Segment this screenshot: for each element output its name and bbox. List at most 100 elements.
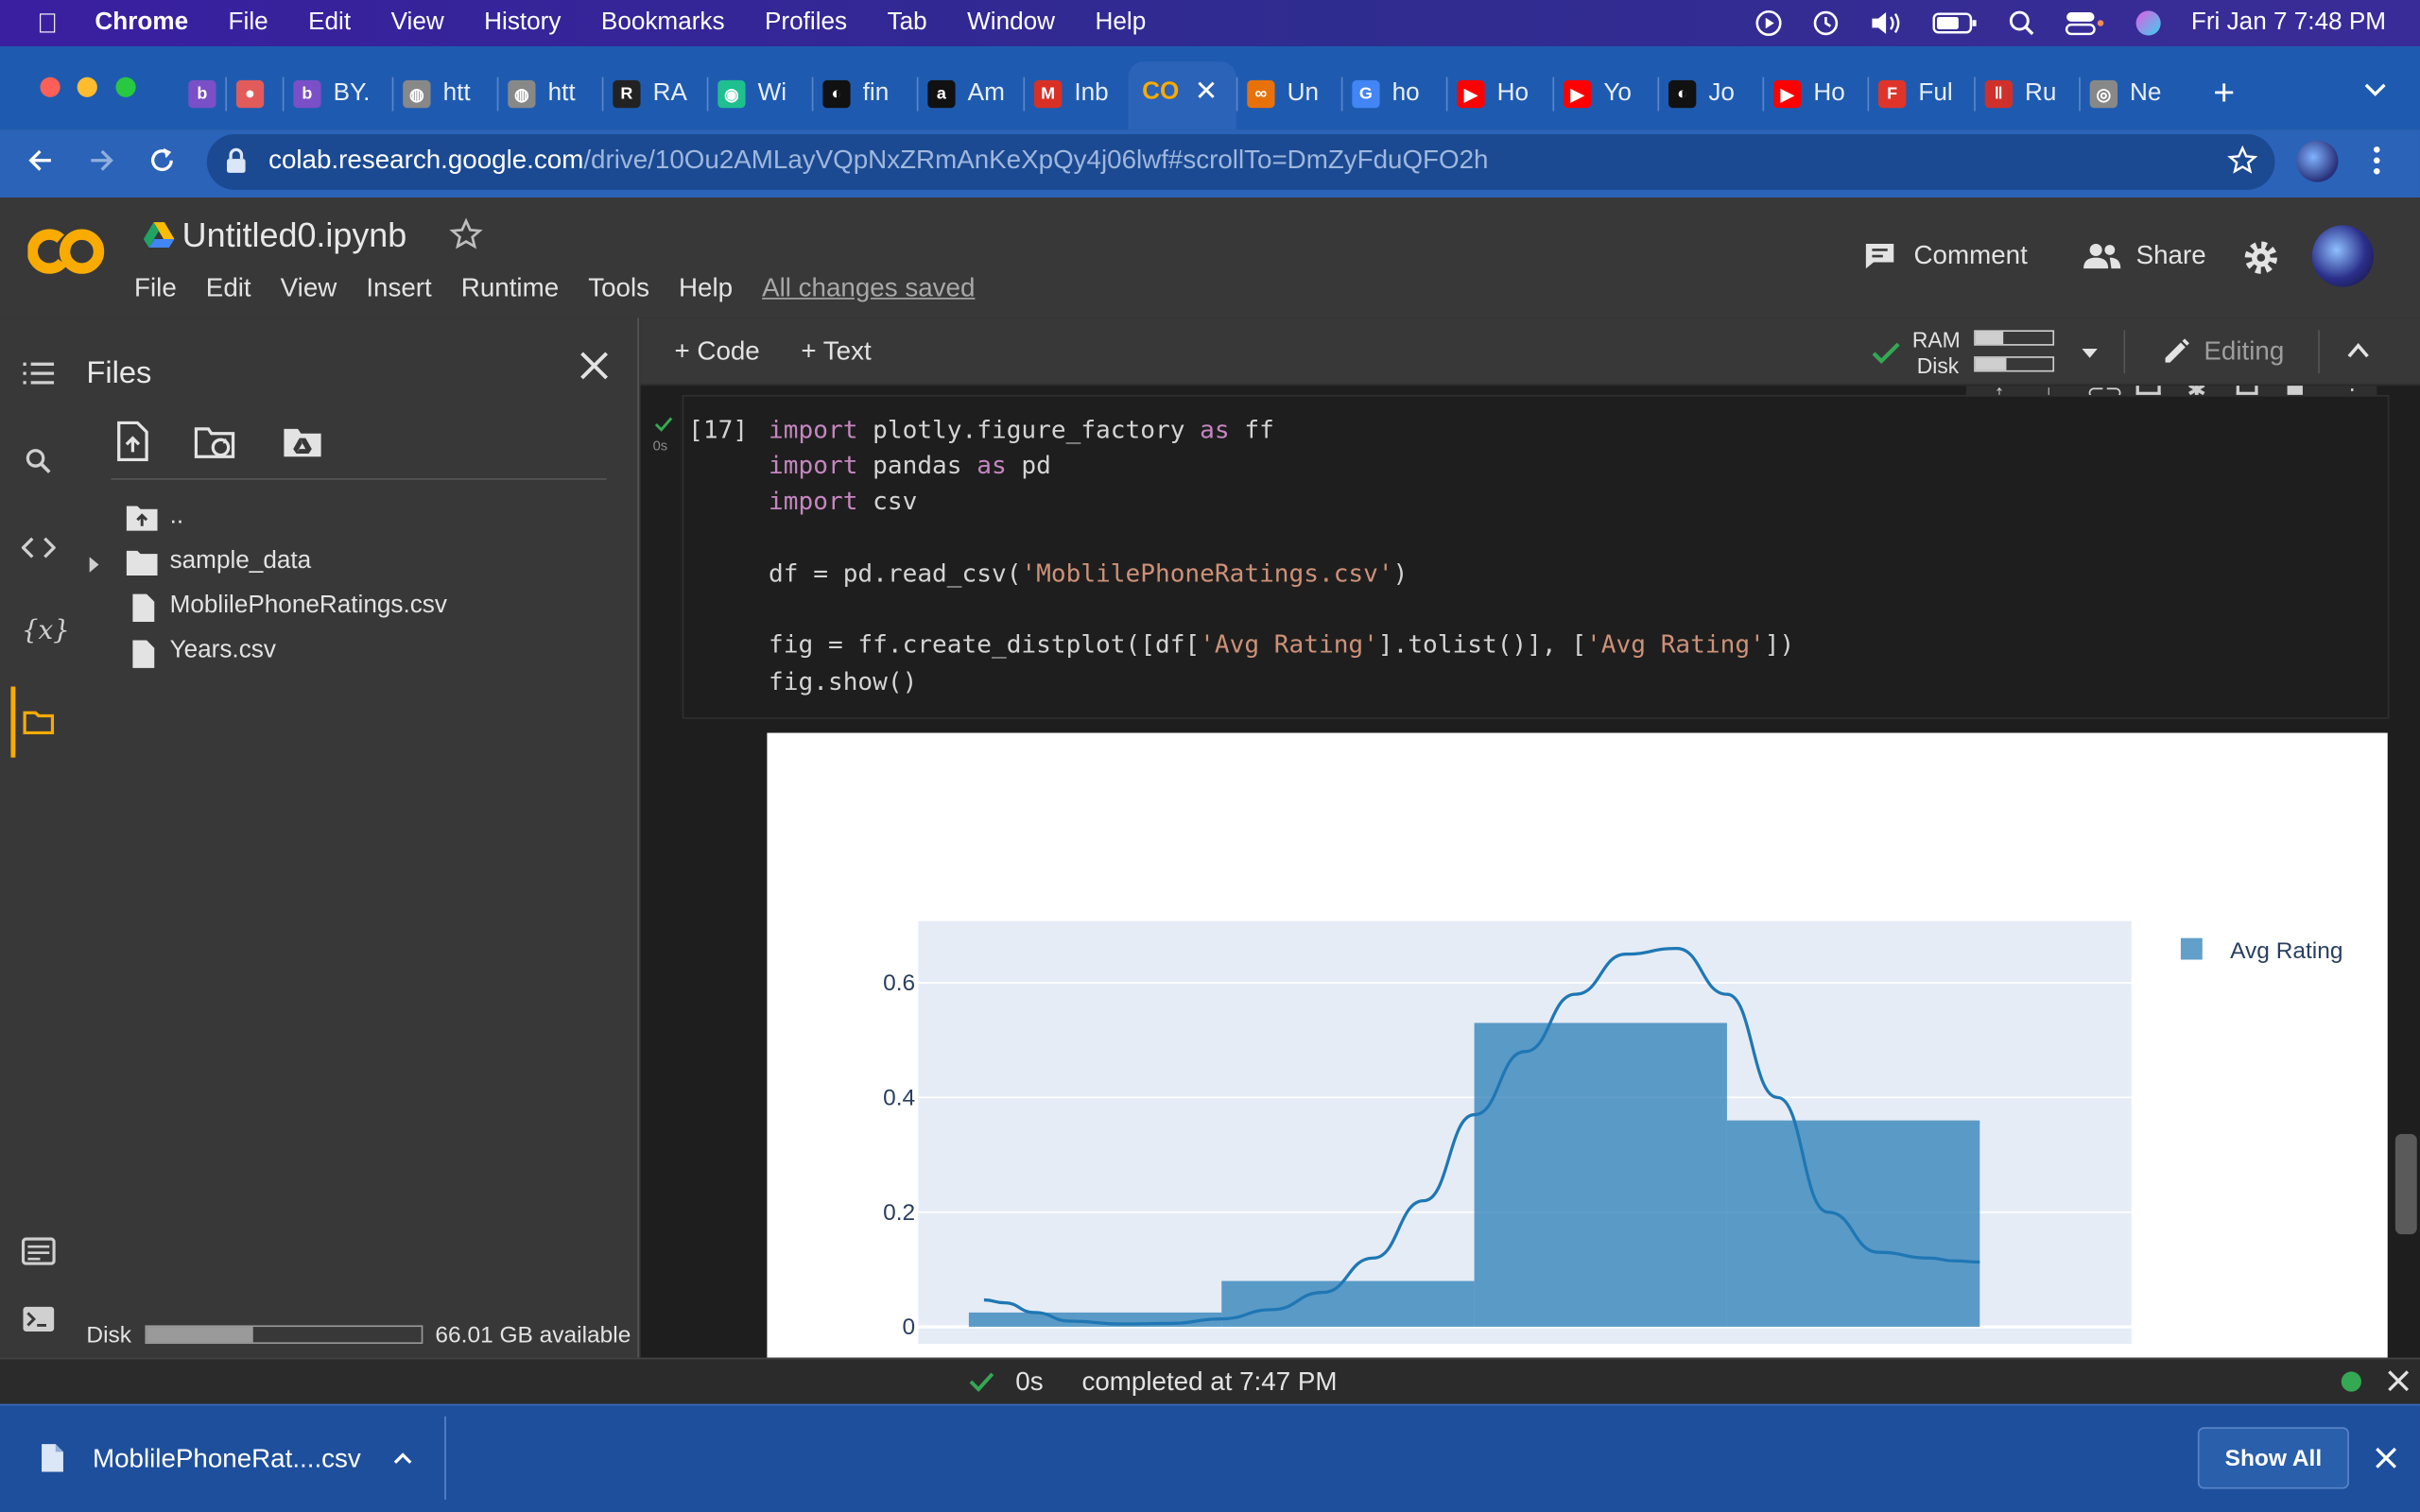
play-circle-icon[interactable] — [1754, 9, 1782, 37]
tab-close-icon[interactable]: ✕ — [1195, 76, 1219, 108]
profile-avatar[interactable] — [2296, 140, 2339, 182]
comment-button[interactable]: Comment — [1913, 241, 2027, 272]
tab-search-chevron-icon[interactable] — [2363, 80, 2388, 99]
browser-tab[interactable]: ◐ fin — [822, 68, 912, 121]
browser-tab[interactable]: ▶ Ho — [1457, 68, 1547, 121]
menu-file[interactable]: File — [229, 9, 268, 37]
download-options-chevron-icon[interactable] — [392, 1451, 414, 1466]
menu-tab[interactable]: Tab — [888, 9, 927, 37]
file-tree-parent[interactable]: .. — [170, 503, 184, 530]
code-line-3[interactable]: import csv — [769, 486, 917, 515]
code-line-6[interactable]: fig.show() — [769, 666, 917, 696]
menu-window[interactable]: Window — [967, 9, 1055, 37]
browser-tab[interactable]: M Inb — [1033, 68, 1124, 121]
browser-tab[interactable]: ▶ Ho — [1772, 68, 1863, 121]
file-tree-file-years-csv[interactable]: Years.csv — [170, 637, 276, 664]
tab-active-colab[interactable]: CO ✕ — [1128, 61, 1236, 130]
distplot-chart[interactable]: 0 0.2 0.4 0.6 Avg Rating — [767, 733, 2387, 1358]
apple-icon[interactable]:  — [37, 7, 58, 39]
show-all-downloads-button[interactable]: Show All — [2197, 1427, 2349, 1489]
browser-tab[interactable]: F Ful — [1877, 68, 1968, 121]
colab-menu-view[interactable]: View — [281, 273, 337, 304]
files-folder-icon[interactable] — [23, 710, 55, 735]
share-people-icon[interactable] — [2082, 242, 2121, 269]
mount-drive-icon[interactable] — [283, 427, 322, 458]
colab-menu-help[interactable]: Help — [679, 273, 733, 304]
file-tree-file-ratings-csv[interactable]: MoblilePhoneRatings.csv — [170, 593, 447, 620]
share-button[interactable]: Share — [2136, 241, 2206, 272]
window-close-button[interactable] — [40, 77, 60, 97]
pencil-icon[interactable] — [2161, 336, 2192, 368]
collapse-header-chevron-icon[interactable] — [2346, 342, 2371, 358]
status-close-icon[interactable] — [2388, 1370, 2410, 1392]
terminal-icon[interactable] — [22, 1305, 56, 1332]
colab-menu-insert[interactable]: Insert — [366, 273, 431, 304]
file-tree-folder-sample-data[interactable]: sample_data — [170, 548, 312, 576]
battery-icon[interactable] — [1932, 10, 1979, 35]
browser-tab[interactable]: ◉ Wi — [717, 68, 807, 121]
control-center-icon[interactable] — [2065, 9, 2104, 37]
browser-tab[interactable]: ◎ Ne — [2089, 68, 2180, 121]
variables-icon[interactable]: {x} — [22, 615, 70, 646]
code-line-4[interactable]: df = pd.read_csv('MoblilePhoneRatings.cs… — [769, 558, 1408, 588]
resources-dropdown-icon[interactable] — [2081, 347, 2100, 359]
colab-menu-edit[interactable]: Edit — [206, 273, 251, 304]
lock-icon[interactable] — [225, 146, 247, 174]
menu-help[interactable]: Help — [1095, 9, 1146, 37]
comment-icon[interactable] — [1863, 241, 1897, 272]
command-palette-icon[interactable] — [21, 1237, 56, 1265]
plot-output[interactable]: 0 0.2 0.4 0.6 Avg Rating — [767, 732, 2388, 1358]
notebook-scrollbar[interactable] — [2394, 1133, 2417, 1235]
back-arrow-icon[interactable] — [25, 145, 56, 176]
menu-profiles[interactable]: Profiles — [765, 9, 847, 37]
clock[interactable]: Fri Jan 7 7:48 PM — [2191, 9, 2386, 37]
browser-tab[interactable]: ◐ Jo — [1668, 68, 1758, 121]
spotlight-search-icon[interactable] — [2008, 9, 2035, 37]
account-avatar[interactable] — [2311, 225, 2375, 287]
disk-meter[interactable] — [1974, 356, 2055, 372]
browser-tab[interactable]: ∞ Un — [1247, 68, 1337, 121]
refresh-folder-icon[interactable] — [194, 426, 238, 460]
code-line-1[interactable]: import plotly.figure_factory as ff — [769, 415, 1274, 444]
menu-app-name[interactable]: Chrome — [95, 9, 188, 37]
parent-folder-icon[interactable] — [125, 505, 159, 532]
menu-bookmarks[interactable]: Bookmarks — [601, 9, 725, 37]
window-zoom-button[interactable] — [115, 77, 136, 97]
close-panel-icon[interactable] — [579, 351, 610, 382]
browser-tab[interactable]: ‖ Ru — [1984, 68, 2075, 121]
download-item[interactable]: MoblilePhoneRat....csv — [93, 1444, 361, 1475]
mirror-cell-icon[interactable] — [2236, 386, 2258, 395]
delete-cell-icon[interactable] — [2287, 386, 2303, 395]
cell-execution-count[interactable]: [17] — [688, 415, 748, 444]
volume-icon[interactable] — [1869, 9, 1903, 37]
settings-gear-icon[interactable] — [2242, 239, 2279, 276]
expand-caret-icon[interactable] — [88, 556, 100, 575]
google-drive-icon[interactable] — [143, 220, 175, 249]
siri-icon[interactable] — [2134, 9, 2161, 37]
close-download-shelf-icon[interactable] — [2376, 1447, 2397, 1469]
browser-tab[interactable]: b BY. — [293, 68, 383, 121]
browser-tab[interactable]: ◍ htt — [403, 68, 493, 121]
reload-icon[interactable] — [147, 145, 178, 176]
new-tab-button[interactable]: + — [2213, 73, 2235, 116]
menu-view[interactable]: View — [391, 9, 444, 37]
url-text[interactable]: colab.research.google.com/drive/10Ou2AML… — [268, 145, 1488, 176]
table-of-contents-icon[interactable] — [23, 361, 55, 386]
colab-menu-file[interactable]: File — [134, 273, 177, 304]
browser-menu-icon[interactable] — [2372, 145, 2381, 176]
search-icon[interactable] — [25, 447, 52, 474]
code-line-5[interactable]: fig = ff.create_distplot([df['Avg Rating… — [769, 629, 1794, 659]
cell-comment-icon[interactable] — [2135, 386, 2161, 395]
browser-tab[interactable]: ▶ Yo — [1563, 68, 1653, 121]
menu-history[interactable]: History — [484, 9, 561, 37]
upload-file-icon[interactable] — [115, 421, 149, 462]
bookmark-star-icon[interactable] — [2227, 145, 2258, 176]
colab-logo[interactable] — [27, 220, 105, 282]
colab-menu-tools[interactable]: Tools — [588, 273, 649, 304]
time-machine-icon[interactable] — [1811, 9, 1839, 37]
ram-meter[interactable] — [1974, 330, 2055, 346]
notebook-title[interactable]: Untitled0.ipynb — [182, 216, 407, 256]
code-snippets-icon[interactable] — [21, 536, 56, 560]
browser-tab[interactable]: Gho — [1352, 68, 1442, 121]
forward-arrow-icon[interactable] — [86, 145, 117, 176]
